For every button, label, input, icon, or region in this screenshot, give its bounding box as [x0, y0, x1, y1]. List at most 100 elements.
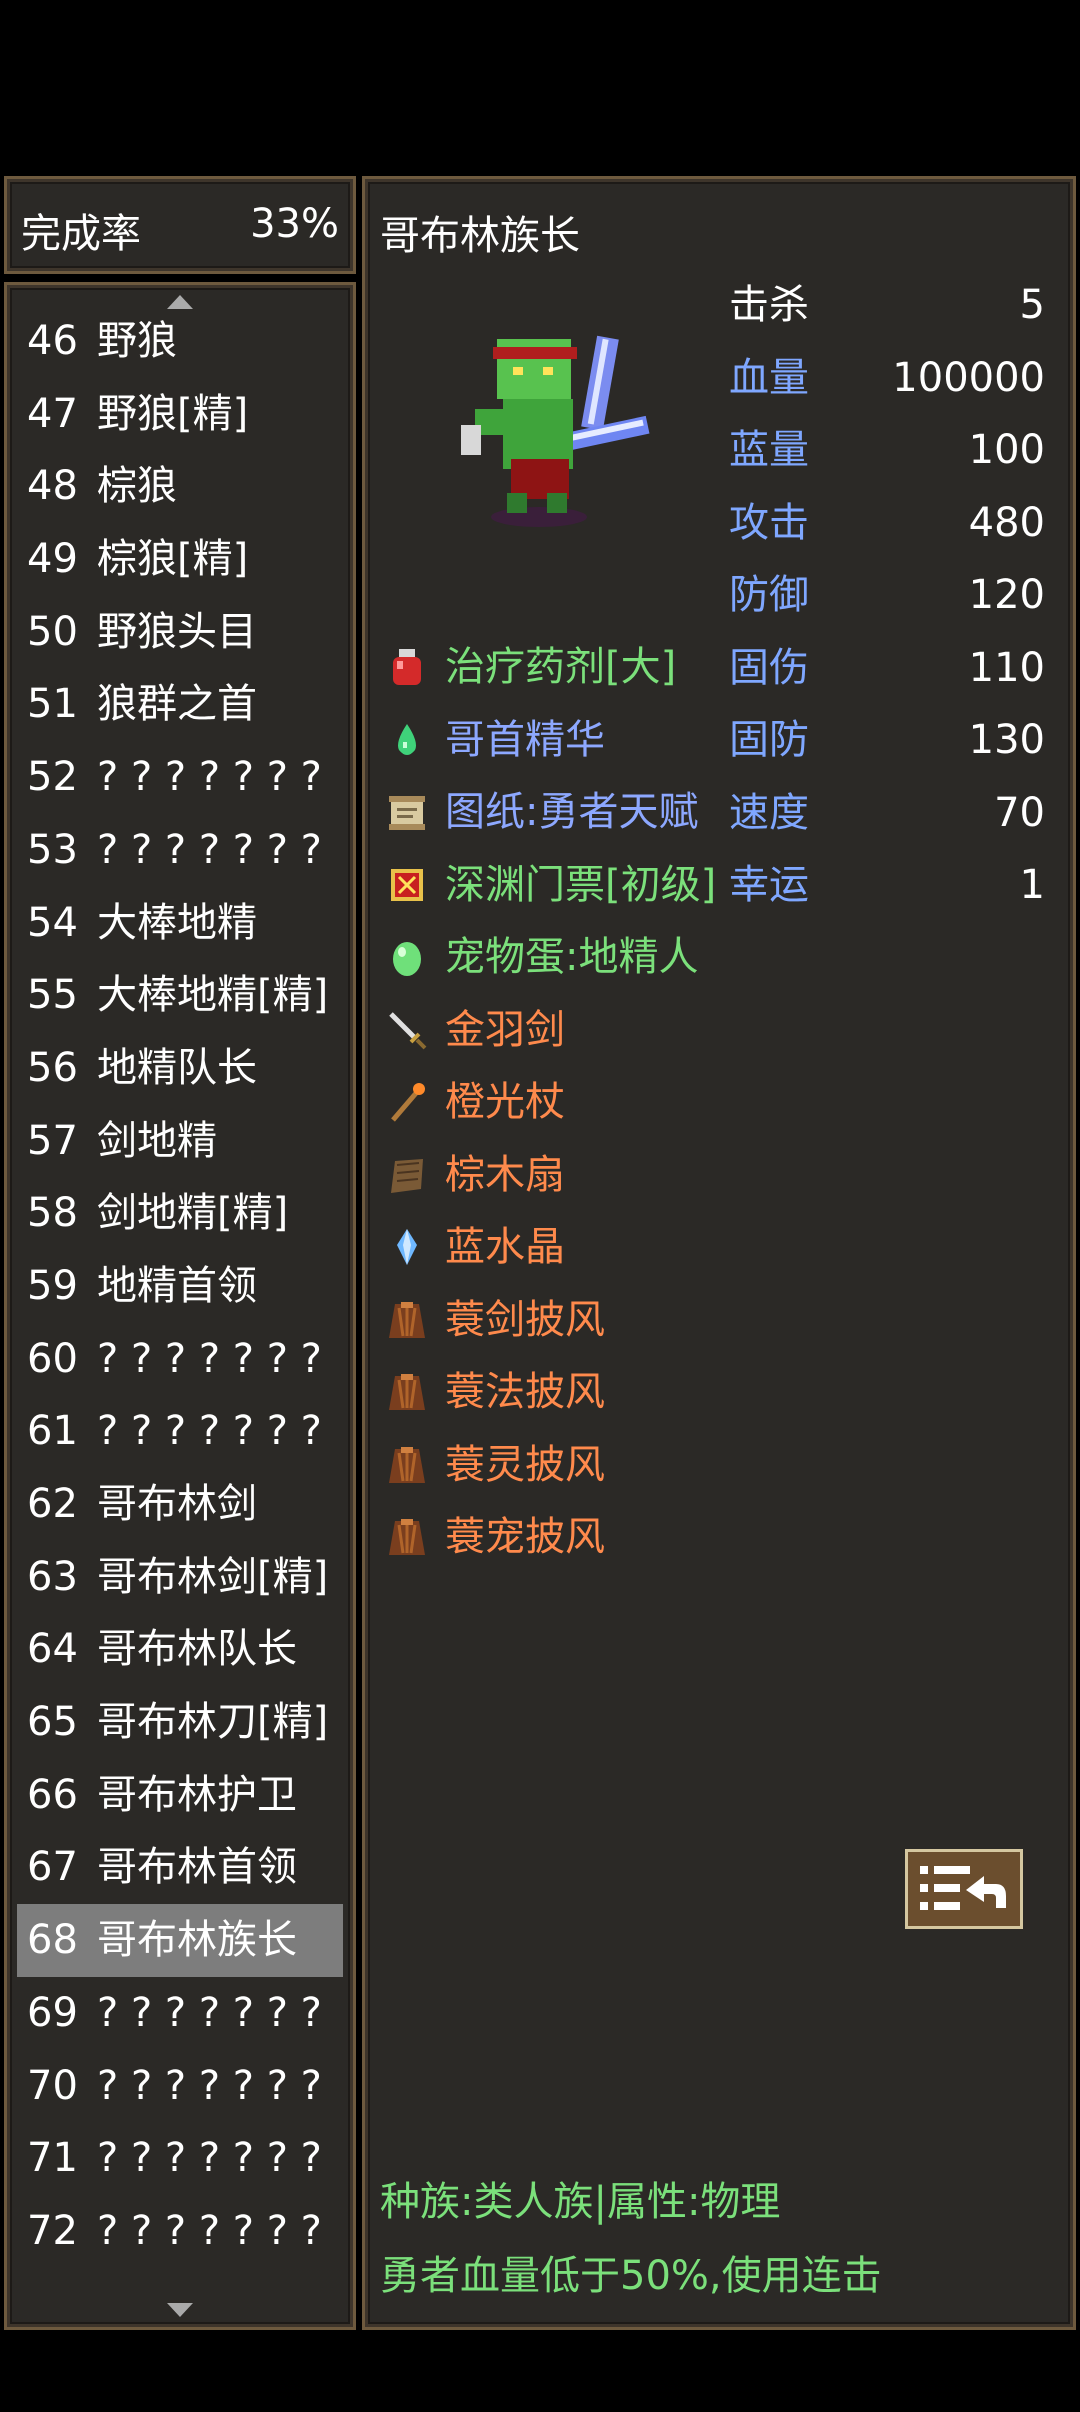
monster-list-item[interactable]: 52 ? ? ? ? ? ? ? — [17, 741, 343, 814]
drop-item[interactable]: 蓑法披风 — [385, 1356, 745, 1429]
return-button[interactable] — [905, 1849, 1023, 1929]
monster-list-item-selected[interactable]: 68 哥布林族长 — [17, 1904, 343, 1977]
monster-list-item[interactable]: 67 哥布林首领 — [17, 1831, 343, 1904]
monster-list-name: 大棒地精 — [97, 899, 257, 946]
sword-icon — [389, 1011, 427, 1049]
monster-number: 64 — [27, 1626, 78, 1673]
monster-number: 54 — [27, 899, 78, 946]
monster-list-name: 地精队长 — [97, 1044, 257, 1091]
stat-value: 100 — [968, 427, 1045, 473]
drop-item[interactable]: 图纸:勇者天赋 — [385, 776, 745, 849]
monster-number: 59 — [27, 1262, 78, 1309]
drop-item[interactable]: 橙光杖 — [385, 1066, 745, 1139]
drop-item[interactable]: 蓑宠披风 — [385, 1501, 745, 1574]
red-potion-icon — [393, 649, 421, 685]
monster-list-item[interactable]: 70 ? ? ? ? ? ? ? — [17, 2050, 343, 2123]
completion-value: 33% — [250, 201, 339, 247]
drop-item[interactable]: 蓝水晶 — [385, 1211, 745, 1284]
monster-list-item[interactable]: 71 ? ? ? ? ? ? ? — [17, 2122, 343, 2195]
stat-label: 防御 — [729, 572, 809, 618]
drop-item[interactable]: 深渊门票[初级] — [385, 849, 745, 922]
monster-list-item[interactable]: 64 哥布林队长 — [17, 1613, 343, 1686]
drops-list: 治疗药剂[大] 哥首精华 图纸:勇者天赋深渊门票[初级] 宠物蛋:地精人金羽剑橙光杖棕… — [385, 631, 745, 1574]
drop-item[interactable]: 金羽剑 — [385, 994, 745, 1067]
drop-item-name: 蓑剑披风 — [445, 1296, 605, 1343]
stat-value: 480 — [968, 499, 1045, 546]
monster-list-name: 大棒地精[精] — [97, 972, 329, 1019]
drop-item-name: 深渊门票[初级] — [445, 861, 717, 908]
return-icon — [920, 1866, 1006, 1910]
green-drop-icon — [398, 723, 416, 755]
completion-label: 完成率 — [21, 211, 141, 257]
monster-list-item[interactable]: 53 ? ? ? ? ? ? ? — [17, 814, 343, 887]
cloak-icon — [389, 1301, 425, 1338]
stat-label: 攻击 — [729, 499, 809, 546]
monster-list-name: 哥布林首领 — [97, 1844, 297, 1891]
completion-panel: 完成率 33% — [4, 176, 356, 274]
stat-row: 幸运 1 — [729, 849, 1045, 922]
monster-list-item[interactable]: 47 野狼[精] — [17, 378, 343, 451]
stat-row: 防御 120 — [729, 559, 1045, 632]
drop-item[interactable]: 蓑灵披风 — [385, 1429, 745, 1502]
monster-list-item[interactable]: 55 大棒地精[精] — [17, 959, 343, 1032]
drop-item[interactable]: 棕木扇 — [385, 1139, 745, 1212]
monster-list-name: ? ? ? ? ? ? ? — [97, 2062, 322, 2109]
monster-list-name: 野狼 — [97, 318, 177, 364]
monster-list-item[interactable]: 51 狼群之首 — [17, 668, 343, 741]
monster-list-item[interactable]: 48 棕狼 — [17, 450, 343, 523]
monster-number: 49 — [27, 536, 78, 583]
monster-list-item[interactable]: 50 野狼头目 — [17, 596, 343, 669]
drop-item[interactable]: 宠物蛋:地精人 — [385, 921, 745, 994]
stat-row: 攻击 480 — [729, 487, 1045, 560]
drop-item[interactable]: 哥首精华 — [385, 704, 745, 777]
drop-item-name: 金羽剑 — [445, 1006, 565, 1053]
monster-list-item[interactable]: 56 地精队长 — [17, 1032, 343, 1105]
monster-list-name: ? ? ? ? ? ? ? — [97, 754, 322, 801]
monster-list-name: 哥布林族长 — [97, 1917, 297, 1964]
monster-list-item[interactable]: 63 哥布林剑[精] — [17, 1541, 343, 1614]
crystal-icon — [397, 1229, 417, 1265]
monster-list-name: ? ? ? ? ? ? ? — [97, 1408, 322, 1455]
monster-list-panel[interactable]: 46 野狼 47 野狼[精] 48 棕狼 49 棕狼[精] 50 野狼头目 51 狼群之首 52 ? ? … — [4, 282, 356, 2330]
monster-number: 52 — [27, 754, 78, 801]
stat-value: 100000 — [892, 354, 1045, 401]
scroll-down-icon[interactable] — [167, 2303, 193, 2317]
monster-list-name: 哥布林队长 — [97, 1626, 297, 1673]
monster-list-name: ? ? ? ? ? ? ? — [97, 2207, 322, 2254]
monster-list-name: ? ? ? ? ? ? ? — [97, 1335, 322, 1382]
cloak-icon — [389, 1519, 425, 1555]
monster-list-item[interactable]: 66 哥布林护卫 — [17, 1759, 343, 1832]
drop-item[interactable]: 蓑剑披风 — [385, 1284, 745, 1357]
monster-list-item[interactable]: 61 ? ? ? ? ? ? ? — [17, 1395, 343, 1468]
monster-list-item[interactable]: 69 ? ? ? ? ? ? ? — [17, 1977, 343, 2050]
stat-row: 血量 100000 — [729, 342, 1045, 415]
monster-number: 51 — [27, 681, 78, 728]
monster-detail-panel: 哥布林族长 击杀 5 血量 100000 蓝量 100 攻击 480 防御 120 固伤 110 固防 1… — [362, 176, 1076, 2330]
monster-list-item[interactable]: 46 野狼 — [17, 305, 343, 378]
monster-list-item[interactable]: 59 地精首领 — [17, 1250, 343, 1323]
stat-row: 速度 70 — [729, 777, 1045, 850]
monster-number: 61 — [27, 1408, 78, 1455]
monster-number: 62 — [27, 1481, 78, 1527]
monster-number: 47 — [27, 390, 78, 437]
drop-item[interactable]: 治疗药剂[大] — [385, 631, 745, 704]
behavior-text: 勇者血量低于50%,使用连击 — [380, 2253, 882, 2299]
monster-number: 48 — [27, 463, 78, 510]
monster-number: 53 — [27, 826, 78, 873]
monster-list-item[interactable]: 72 ? ? ? ? ? ? ? — [17, 2195, 343, 2268]
monster-number: 55 — [27, 972, 78, 1019]
monster-list-item[interactable]: 58 剑地精[精] — [17, 1177, 343, 1250]
monster-list-item[interactable]: 57 剑地精 — [17, 1105, 343, 1178]
egg-icon — [393, 942, 421, 976]
stat-row: 固防 130 — [729, 704, 1045, 777]
monster-list-item[interactable]: 49 棕狼[精] — [17, 523, 343, 596]
monster-number: 56 — [27, 1044, 78, 1091]
monster-number: 63 — [27, 1553, 78, 1600]
monster-list-name: ? ? ? ? ? ? ? — [97, 826, 322, 873]
monster-list-item[interactable]: 65 哥布林刀[精] — [17, 1686, 343, 1759]
monster-list-item[interactable]: 60 ? ? ? ? ? ? ? — [17, 1323, 343, 1396]
monster-list-item[interactable]: 54 大棒地精 — [17, 887, 343, 960]
monster-list-name: 狼群之首 — [97, 681, 257, 728]
monster-list-item[interactable]: 62 哥布林剑 — [17, 1468, 343, 1541]
monster-number: 58 — [27, 1190, 78, 1237]
